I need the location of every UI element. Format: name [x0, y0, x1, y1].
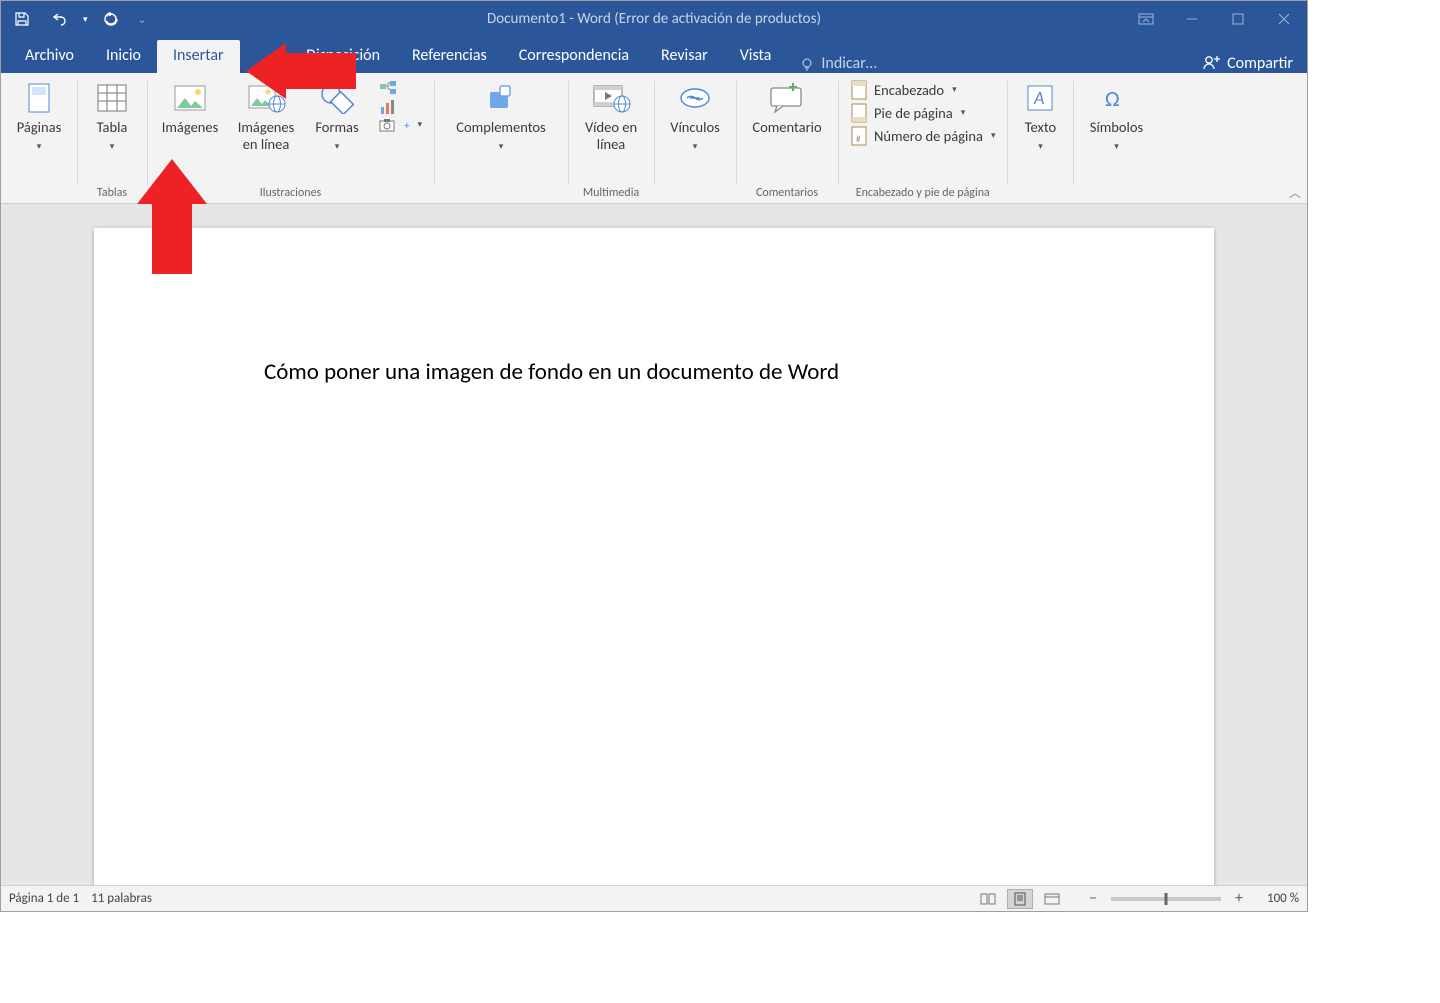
ribbon-options-icon	[1138, 13, 1154, 25]
video-en-linea-button[interactable]: Vídeo en línea	[574, 77, 648, 153]
tab-insertar[interactable]: Insertar	[157, 40, 240, 73]
numero-pagina-button[interactable]: # Número de página▾	[844, 125, 1001, 147]
read-mode-icon	[980, 893, 996, 905]
imagenes-button[interactable]: Imágenes	[153, 77, 227, 153]
table-icon	[96, 79, 128, 117]
tell-me-label: Indicar…	[821, 54, 876, 73]
zoom-slider[interactable]	[1111, 897, 1221, 901]
status-page[interactable]: Página 1 de 1	[9, 891, 79, 906]
group-comentarios: Comentario Comentarios	[736, 73, 838, 203]
view-web-layout-button[interactable]	[1039, 889, 1065, 909]
share-button[interactable]: Compartir	[1187, 53, 1307, 73]
tab-archivo[interactable]: Archivo	[9, 40, 90, 73]
smartart-icon	[379, 80, 397, 96]
minimize-icon	[1186, 13, 1198, 25]
pie-pagina-button[interactable]: Pie de página▾	[844, 102, 1001, 124]
window-controls	[1123, 1, 1307, 37]
textbox-icon: A	[1026, 79, 1054, 117]
undo-caret-icon[interactable]: ▾	[83, 14, 88, 25]
online-video-icon	[591, 79, 631, 117]
ribbon-options-button[interactable]	[1123, 1, 1169, 37]
save-button[interactable]	[7, 4, 37, 34]
tell-me-search[interactable]: Indicar…	[787, 54, 888, 73]
texto-button[interactable]: A Texto▾	[1013, 77, 1067, 153]
page-number-icon: #	[850, 126, 868, 146]
status-words[interactable]: 11 palabras	[91, 891, 152, 906]
collapse-ribbon-button[interactable]: ︿	[1289, 184, 1301, 201]
document-body-text[interactable]: Cómo poner una imagen de fondo en un doc…	[264, 358, 1044, 386]
undo-button[interactable]	[45, 4, 75, 34]
save-icon	[14, 11, 30, 27]
chart-icon	[379, 99, 397, 115]
footer-icon	[850, 103, 868, 123]
zoom-in-button[interactable]: +	[1231, 889, 1247, 908]
maximize-icon	[1232, 13, 1244, 25]
ribbon-tabs: Archivo Inicio Insertar Diseño Disposici…	[1, 37, 1307, 73]
view-read-mode-button[interactable]	[975, 889, 1001, 909]
minimize-button[interactable]	[1169, 1, 1215, 37]
group-paginas: Páginas▾	[1, 73, 77, 203]
qat-customize-icon[interactable]: ⌄	[134, 13, 151, 26]
paginas-button[interactable]: Páginas▾	[7, 77, 71, 153]
close-icon	[1278, 13, 1290, 25]
document-page[interactable]: Cómo poner una imagen de fondo en un doc…	[94, 228, 1214, 885]
tab-referencias[interactable]: Referencias	[396, 40, 503, 73]
redo-button[interactable]	[96, 4, 126, 34]
group-simbolos: Ω Símbolos▾	[1073, 73, 1159, 203]
simbolos-button[interactable]: Ω Símbolos▾	[1079, 77, 1153, 153]
group-vinculos: Vínculos▾	[654, 73, 736, 203]
tab-correspondencia[interactable]: Correspondencia	[503, 40, 645, 73]
screenshot-button[interactable]: +▾	[373, 117, 428, 133]
complementos-button[interactable]: Complementos▾	[440, 77, 562, 153]
status-bar: Página 1 de 1 11 palabras − + 100 %	[1, 885, 1307, 911]
quick-access-toolbar: ▾ ⌄	[1, 4, 157, 34]
group-complementos: Complementos▾	[434, 73, 568, 203]
zoom-out-button[interactable]: −	[1085, 889, 1101, 908]
screenshot-icon	[379, 118, 397, 132]
undo-icon	[52, 11, 68, 27]
header-footer-stack: Encabezado▾ Pie de página▾ # Número de p…	[844, 77, 1001, 147]
annotation-arrow-insertar	[241, 43, 361, 99]
close-button[interactable]	[1261, 1, 1307, 37]
pictures-icon	[170, 79, 210, 117]
addins-icon	[486, 79, 516, 117]
share-label: Compartir	[1227, 54, 1293, 73]
tabla-button[interactable]: Tabla▾	[83, 77, 141, 153]
omega-icon: Ω	[1102, 79, 1130, 117]
comentario-button[interactable]: Comentario	[742, 77, 832, 153]
document-area[interactable]: Cómo poner una imagen de fondo en un doc…	[1, 204, 1307, 885]
group-multimedia: Vídeo en línea Multimedia	[568, 73, 654, 203]
page-icon	[26, 79, 52, 117]
encabezado-button[interactable]: Encabezado▾	[844, 79, 1001, 101]
web-layout-icon	[1044, 893, 1060, 905]
maximize-button[interactable]	[1215, 1, 1261, 37]
vinculos-button[interactable]: Vínculos▾	[660, 77, 730, 153]
comment-icon	[767, 79, 807, 117]
tab-revisar[interactable]: Revisar	[645, 40, 724, 73]
share-icon	[1201, 53, 1221, 73]
redo-icon	[103, 11, 119, 27]
ilustraciones-extra: +▾	[371, 77, 428, 133]
tab-inicio[interactable]: Inicio	[90, 40, 157, 73]
tab-vista[interactable]: Vista	[724, 40, 788, 73]
smartart-button[interactable]	[373, 79, 428, 97]
print-layout-icon	[1013, 892, 1027, 906]
svg-text:#: #	[856, 134, 861, 145]
view-print-layout-button[interactable]	[1007, 889, 1033, 909]
word-window: ▾ ⌄ Documento1 - Word (Error de activaci…	[0, 0, 1308, 912]
header-icon	[850, 80, 868, 100]
lightbulb-icon	[799, 56, 815, 72]
svg-text:A: A	[1033, 87, 1044, 109]
chart-button[interactable]	[373, 98, 428, 116]
title-bar: ▾ ⌄ Documento1 - Word (Error de activaci…	[1, 1, 1307, 37]
group-encabezado: Encabezado▾ Pie de página▾ # Número de p…	[838, 73, 1007, 203]
annotation-arrow-imagenes	[137, 159, 207, 279]
links-icon	[678, 79, 712, 117]
svg-text:Ω: Ω	[1105, 85, 1120, 112]
group-texto: A Texto▾	[1007, 73, 1073, 203]
zoom-level[interactable]: 100 %	[1253, 891, 1299, 906]
window-title: Documento1 - Word (Error de activación d…	[1, 10, 1307, 28]
